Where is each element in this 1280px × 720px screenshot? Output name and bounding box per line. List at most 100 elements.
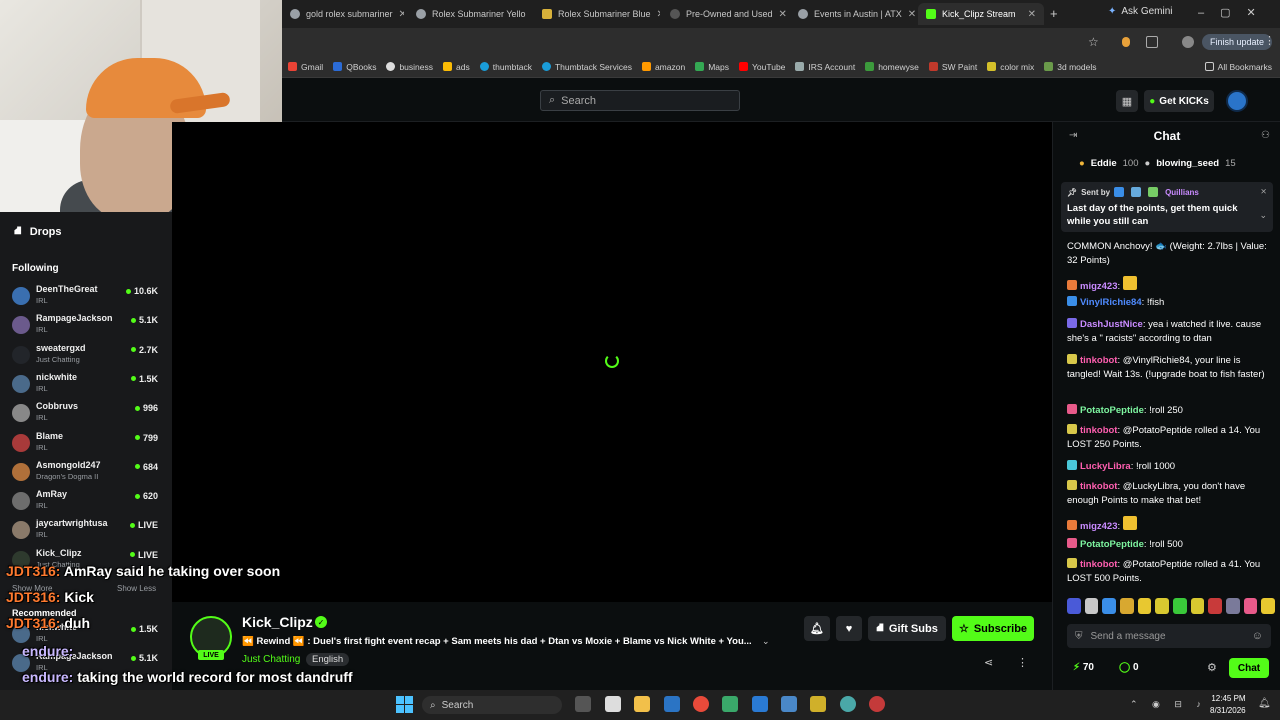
- bookmark-amazon[interactable]: amazon: [641, 62, 685, 72]
- chat-message[interactable]: PotatoPeptide: !roll 250: [1067, 404, 1267, 418]
- language-tag[interactable]: English: [306, 653, 350, 666]
- points-count[interactable]: ⚡︎ 70: [1073, 662, 1094, 673]
- bookmark-thumbtack[interactable]: thumbtack: [479, 62, 532, 72]
- ask-gemini-button[interactable]: ✦ Ask Gemini: [1108, 6, 1173, 17]
- notepad-icon[interactable]: [605, 696, 621, 712]
- emote-icon[interactable]: [1261, 598, 1276, 614]
- task-view-icon[interactable]: [575, 696, 591, 712]
- bookmark-sw-paint[interactable]: SW Paint: [928, 62, 977, 72]
- taskbar-search-input[interactable]: ⌕ Search: [422, 696, 562, 714]
- notification-icon[interactable]: 🔔︎: [1258, 698, 1271, 709]
- browser-tab[interactable]: Events in Austin | ATX ✕: [790, 3, 916, 25]
- chat-message[interactable]: tinkobot: @PotatoPeptide rolled a 14. Yo…: [1067, 424, 1267, 452]
- close-tab-icon[interactable]: ✕: [908, 9, 916, 20]
- extension-icon[interactable]: [1122, 37, 1130, 47]
- send-chat-button[interactable]: Chat: [1229, 658, 1269, 678]
- star-icon[interactable]: ☆: [1088, 35, 1099, 49]
- close-tab-icon[interactable]: ✕: [657, 9, 660, 20]
- window-controls[interactable]: –▢✕: [1198, 6, 1272, 19]
- emoji-icon[interactable]: ☺: [1252, 630, 1263, 642]
- app-icon[interactable]: [869, 696, 885, 712]
- search-input[interactable]: ⌕ Search: [540, 90, 740, 111]
- following-channel-item[interactable]: RampageJackson IRL 5.1K: [0, 311, 172, 340]
- emote-icon[interactable]: [1137, 598, 1152, 614]
- emote-icon[interactable]: [1173, 598, 1187, 614]
- chat-users-icon[interactable]: ⚇: [1261, 130, 1270, 141]
- chat-username[interactable]: VinylRichie84: [1080, 297, 1142, 308]
- chevron-down-icon[interactable]: ⌄: [762, 636, 770, 647]
- follow-button[interactable]: ♥: [836, 616, 862, 641]
- following-channel-item[interactable]: AmRay IRL 620: [0, 487, 172, 516]
- app-icon[interactable]: [810, 696, 826, 712]
- emote-icon[interactable]: [1190, 598, 1205, 614]
- following-channel-item[interactable]: Blame IRL 799: [0, 429, 172, 458]
- close-tab-icon[interactable]: ✕: [1028, 9, 1036, 20]
- show-less-button[interactable]: Show Less: [117, 584, 156, 593]
- taskbar-clock[interactable]: 12:45 PM 8/31/2026: [1210, 693, 1246, 717]
- chat-message[interactable]: migz423:: [1067, 276, 1267, 294]
- gear-icon[interactable]: ⚙: [1207, 661, 1217, 674]
- chat-message[interactable]: tinkobot: @PotatoPeptide rolled a 41. Yo…: [1067, 558, 1267, 586]
- all-bookmarks-button[interactable]: All Bookmarks: [1204, 62, 1272, 72]
- chat-username[interactable]: LuckyLibra: [1080, 461, 1131, 472]
- following-channel-item[interactable]: Cobbruvs IRL 996: [0, 399, 172, 428]
- chat-message[interactable]: VinylRichie84: !fish: [1067, 296, 1267, 310]
- emote-icon[interactable]: [1102, 598, 1117, 614]
- bookmark-homewyse[interactable]: homewyse: [865, 62, 919, 72]
- finish-update-button[interactable]: Finish update: [1202, 34, 1273, 50]
- system-tray[interactable]: ⌃ ◉ ⊟ ♪: [1130, 699, 1207, 710]
- following-channel-item[interactable]: sweatergxd Just Chatting 2.7K: [0, 341, 172, 370]
- gift-subs-button[interactable]: ⛘ Gift Subs: [868, 616, 946, 641]
- close-tab-icon[interactable]: ✕: [779, 9, 787, 20]
- new-tab-button[interactable]: +: [1050, 6, 1058, 21]
- word-icon[interactable]: [781, 696, 797, 712]
- chat-username[interactable]: PotatoPeptide: [1080, 405, 1144, 416]
- channel-name[interactable]: Kick_Clipz: [242, 614, 313, 630]
- chat-message[interactable]: tinkobot: @VinylRichie84, your line is t…: [1067, 354, 1267, 382]
- app-icon[interactable]: [840, 696, 856, 712]
- get-kicks-button[interactable]: ● Get KICKs: [1144, 90, 1214, 112]
- drops-link[interactable]: ⛘ Drops: [0, 220, 172, 244]
- bookmark-color-mix[interactable]: color mix: [987, 62, 1034, 72]
- chat-username[interactable]: tinkobot: [1080, 559, 1117, 570]
- browser-tab-active[interactable]: Kick_Clipz Stream ✕: [918, 3, 1044, 25]
- chat-message[interactable]: migz423:: [1067, 516, 1267, 534]
- following-channel-item[interactable]: DeenTheGreat IRL 10.6K: [0, 282, 172, 311]
- bookmark-ads[interactable]: ads: [443, 62, 470, 72]
- chat-username[interactable]: migz423: [1080, 281, 1118, 292]
- share-icon[interactable]: ⋖: [984, 656, 993, 669]
- emote-icon[interactable]: [1155, 598, 1170, 614]
- subscribe-button[interactable]: ☆ Subscribe: [952, 616, 1034, 641]
- emote-icon[interactable]: [1226, 598, 1240, 614]
- calculator-icon[interactable]: [664, 696, 680, 712]
- browser-tab[interactable]: Pre-Owned and Used ✕: [662, 3, 790, 25]
- close-tab-icon[interactable]: ✕: [399, 9, 404, 20]
- chat-message[interactable]: tinkobot: @LuckyLibra, you don't have en…: [1067, 480, 1267, 508]
- pinned-message[interactable]: 📌︎ Sent by Quillians Last day of the point…: [1061, 182, 1273, 232]
- bookmark-business[interactable]: business: [386, 62, 433, 72]
- browser-tab[interactable]: Rolex Submariner Yello✕: [408, 3, 530, 25]
- stream-category[interactable]: Just Chatting: [242, 654, 300, 665]
- emote-icon[interactable]: [1208, 598, 1223, 614]
- emote-icon[interactable]: [1084, 598, 1099, 614]
- file-explorer-icon[interactable]: [634, 696, 650, 712]
- outlook-icon[interactable]: [752, 696, 768, 712]
- chat-message[interactable]: DashJustNice: yea i watched it live. cau…: [1067, 318, 1267, 346]
- chat-username[interactable]: PotatoPeptide: [1080, 539, 1144, 550]
- more-options-icon[interactable]: ⋮: [1017, 656, 1028, 669]
- calc-app-icon[interactable]: [722, 696, 738, 712]
- address-bar[interactable]: ☆ Finish update ⋮: [282, 28, 1280, 56]
- browser-tab[interactable]: Rolex Submariner Blue✕: [534, 3, 660, 25]
- browser-tab[interactable]: gold rolex submariner ✕: [282, 3, 404, 25]
- following-channel-item[interactable]: nickwhite IRL 1.5K: [0, 370, 172, 399]
- profile-icon[interactable]: [1182, 36, 1194, 48]
- video-player[interactable]: [172, 122, 1052, 602]
- chevron-down-icon[interactable]: ⌄: [1259, 210, 1267, 221]
- emote-icon[interactable]: [1120, 598, 1134, 614]
- menu-icon[interactable]: ⋮: [1264, 34, 1275, 47]
- user-avatar[interactable]: [1226, 90, 1248, 112]
- chat-username[interactable]: tinkobot: [1080, 425, 1117, 436]
- chat-message[interactable]: LuckyLibra: !roll 1000: [1067, 460, 1267, 474]
- chat-message-input[interactable]: ⛨ Send a message ☺: [1067, 624, 1271, 648]
- chrome-icon[interactable]: [693, 696, 709, 712]
